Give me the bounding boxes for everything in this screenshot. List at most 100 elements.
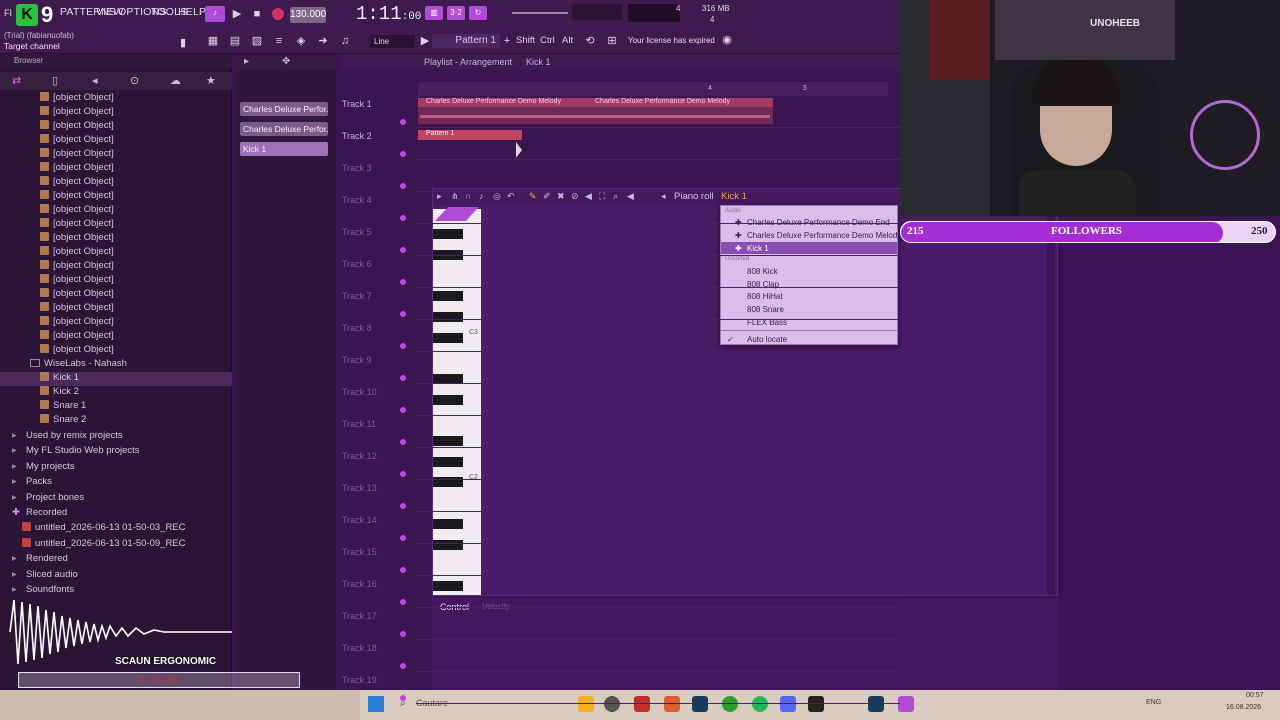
pr-scrollbar[interactable]	[1047, 209, 1055, 595]
black-key[interactable]	[433, 436, 463, 446]
timeline-ruler[interactable]: 4 5	[418, 82, 888, 96]
record-icon[interactable]	[272, 8, 284, 20]
zoom-icon[interactable]: ⌕	[613, 191, 618, 202]
browser-file-item[interactable]: Kick 2	[0, 386, 232, 400]
piano-roll-icon[interactable]: ▧	[250, 34, 264, 48]
black-key[interactable]	[433, 539, 463, 550]
track-mute-led[interactable]	[400, 183, 406, 189]
browser-tree-item[interactable]: ▸ Project bones	[0, 492, 232, 506]
track-header[interactable]: Track 13	[342, 483, 412, 493]
alt-key[interactable]: Alt	[562, 35, 573, 46]
channel-button[interactable]: Kick 1	[240, 142, 328, 156]
browser-tree-item[interactable]: ▸ Rendered	[0, 553, 232, 567]
track-header[interactable]: Track 15	[342, 547, 412, 557]
star-tab-icon[interactable]: ★	[206, 74, 216, 87]
black-key[interactable]	[433, 332, 463, 343]
cloud-tab-icon[interactable]: ☁	[170, 74, 181, 87]
steam-icon[interactable]	[692, 696, 708, 712]
track-mute-led[interactable]	[400, 503, 406, 509]
select-icon[interactable]: ⛶	[599, 191, 605, 202]
db-tab-icon[interactable]: ⊙	[130, 74, 139, 87]
browser-file-item[interactable]: [object Object]	[0, 232, 232, 246]
menu-item-kick1[interactable]: ✚ Kick 1	[735, 244, 769, 253]
track-mute-led[interactable]	[400, 695, 406, 701]
steam-icon[interactable]	[868, 696, 884, 712]
browser-folder[interactable]: WiseLabs - Nahash	[0, 358, 232, 372]
song-mode-toggle[interactable]: ♪	[205, 6, 225, 22]
start-icon[interactable]	[368, 696, 384, 712]
black-key[interactable]	[433, 394, 463, 405]
slice-icon[interactable]: ◀	[585, 191, 592, 202]
playback-icon[interactable]: ◀	[627, 191, 634, 202]
track-mute-led[interactable]	[400, 471, 406, 477]
track-header[interactable]: Track 14	[342, 515, 412, 525]
undo-icon[interactable]: ⟲	[583, 34, 597, 48]
browser-tree-item[interactable]: ▸ Used by remix projects	[0, 430, 232, 444]
track-mute-led[interactable]	[400, 407, 406, 413]
cart-icon[interactable]: ⊞	[605, 34, 619, 48]
pr-menu-icon[interactable]: ▸	[437, 191, 442, 202]
channel-button[interactable]: Charles Deluxe Perfor...	[240, 122, 328, 136]
track-header[interactable]: Track 12	[342, 451, 412, 461]
browser-file-item[interactable]: [object Object]	[0, 106, 232, 120]
track-mute-led[interactable]	[400, 247, 406, 253]
browser-file-item[interactable]: Snare 2	[0, 414, 232, 428]
menu-item-auto-locate[interactable]: ✓ Auto locate	[727, 335, 787, 344]
plugin-icon[interactable]: ◈	[294, 34, 308, 48]
metronome-icon[interactable]: ▥	[425, 6, 443, 20]
black-key[interactable]	[433, 291, 463, 302]
fl-logo-icon[interactable]: K	[16, 4, 38, 26]
channel-button[interactable]: Charles Deluxe Perfor...	[240, 102, 328, 116]
menu-item-808-snare[interactable]: 808 Snare	[747, 305, 784, 314]
track-header[interactable]: Track 10	[342, 387, 412, 397]
audio-clip-track1[interactable]: Charles Deluxe Performance Demo Melody C…	[418, 98, 773, 124]
browser-file-item[interactable]: [object Object]	[0, 288, 232, 302]
browser-tree-item[interactable]: ▸ Sliced audio	[0, 569, 232, 583]
rack-swing-icon[interactable]: ✥	[282, 56, 290, 67]
stop-icon[interactable]: ■	[250, 7, 264, 21]
browser-file-item[interactable]: [object Object]	[0, 120, 232, 134]
clock-date[interactable]: 16.08.2026	[1226, 704, 1261, 711]
paint-icon[interactable]: ✐	[543, 191, 551, 202]
track-header[interactable]: Track 11	[342, 419, 412, 429]
track-header[interactable]: Track 6	[342, 259, 412, 269]
undo-icon[interactable]: ↶	[507, 191, 515, 202]
browser-file-item[interactable]: [object Object]	[0, 218, 232, 232]
tempo-display[interactable]: 130.000	[290, 7, 326, 23]
browser-file-item[interactable]: [object Object]	[0, 148, 232, 162]
speaker-icon[interactable]: ◂	[661, 191, 666, 202]
track-mute-led[interactable]	[400, 631, 406, 637]
browser-tree-item[interactable]: ▸ My projects	[0, 461, 232, 475]
snap-mode-select[interactable]: Line	[370, 35, 415, 48]
playlist-icon[interactable]: ≡	[272, 34, 286, 48]
track-header[interactable]: Track 5	[342, 227, 412, 237]
track-header[interactable]: Track 19	[342, 675, 412, 685]
browser-file-item[interactable]: [object Object]	[0, 316, 232, 330]
delete-icon[interactable]: ✖	[557, 191, 565, 202]
black-key[interactable]	[433, 456, 463, 467]
browser-file-item[interactable]: [object Object]	[0, 190, 232, 204]
target-icon[interactable]: ◎	[493, 191, 501, 202]
song-position-clock[interactable]: 1:11:00	[356, 3, 421, 25]
browser-file-item[interactable]: [object Object]	[0, 176, 232, 190]
add-pattern-icon[interactable]: +	[500, 34, 514, 48]
magnet-icon[interactable]: ∩	[465, 191, 471, 201]
browser-file-item[interactable]: [object Object]	[0, 274, 232, 288]
track-mute-led[interactable]	[400, 151, 406, 157]
obs-icon[interactable]	[808, 696, 824, 712]
browser-tree-item[interactable]: ▸ Packs	[0, 476, 232, 490]
browser-file-item[interactable]: [object Object]	[0, 344, 232, 358]
online-news-icon[interactable]: ◉	[720, 33, 734, 47]
brave-icon[interactable]	[664, 696, 680, 712]
spotify-icon[interactable]	[752, 696, 768, 712]
track-header[interactable]: Track 2	[342, 131, 412, 141]
xbox-icon[interactable]	[722, 696, 738, 712]
track-mute-led[interactable]	[400, 599, 406, 605]
lang-indicator[interactable]: ENG	[1146, 699, 1161, 706]
track-mute-led[interactable]	[400, 279, 406, 285]
browser-file-item[interactable]: [object Object]	[0, 92, 232, 106]
black-key[interactable]	[433, 580, 463, 591]
track-header[interactable]: Track 9	[342, 355, 412, 365]
fl-studio-taskbar-icon[interactable]	[898, 696, 914, 712]
ctrl-key[interactable]: Ctrl	[540, 35, 555, 46]
